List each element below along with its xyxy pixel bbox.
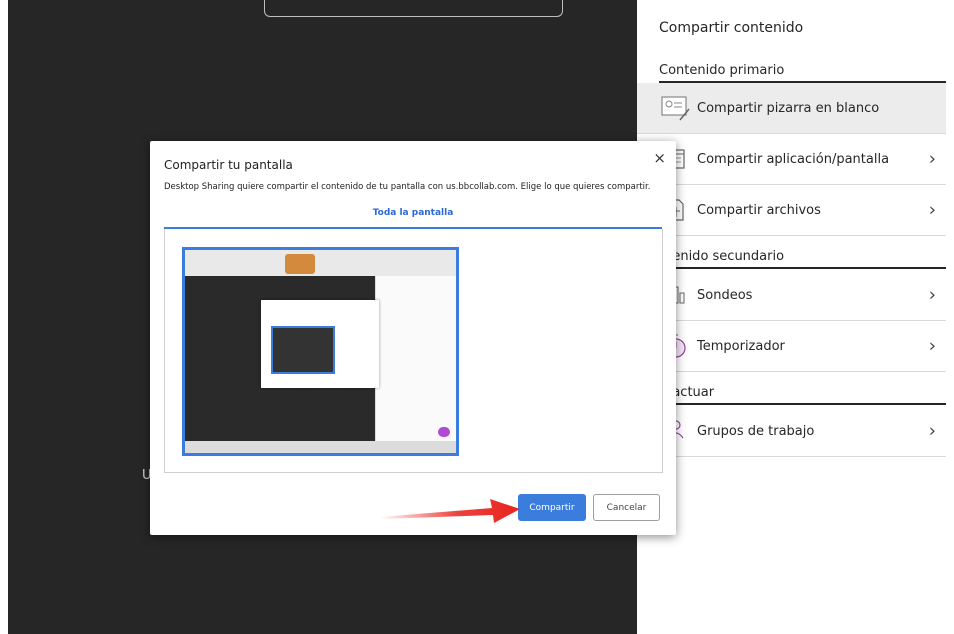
share-whiteboard-item[interactable]: Compartir pizarra en blanco <box>637 83 946 134</box>
entire-screen-thumbnail[interactable] <box>182 247 459 456</box>
thumbnail-inner-preview <box>271 326 335 374</box>
breakout-groups-label: Grupos de trabajo <box>697 423 815 439</box>
red-arrow-icon <box>380 499 520 523</box>
cancel-button[interactable]: Cancelar <box>593 494 660 521</box>
polls-label: Sondeos <box>697 287 753 303</box>
share-content-panel: Compartir contenido Contenido primario C… <box>637 0 954 634</box>
section-divider <box>659 403 946 405</box>
thumbnail-dialog <box>261 300 379 388</box>
section-divider <box>659 267 946 269</box>
chevron-right-icon: › <box>928 420 936 442</box>
thumbnail-orange-tab <box>285 254 315 274</box>
chevron-right-icon: › <box>928 335 936 357</box>
chevron-right-icon: › <box>928 284 936 306</box>
share-app-screen-label: Compartir aplicación/pantalla <box>697 151 890 167</box>
breakout-groups-item[interactable]: Grupos de trabajo › <box>637 406 946 457</box>
timer-label: Temporizador <box>697 338 785 354</box>
polls-item[interactable]: Sondeos › <box>637 270 946 321</box>
thumbnail-browser-bar <box>185 250 456 276</box>
thumbnail-pink-badge <box>438 427 450 437</box>
timer-item[interactable]: Temporizador › <box>637 321 946 372</box>
panel-title: Compartir contenido <box>659 20 804 36</box>
thumbnail-taskbar <box>185 441 456 453</box>
stage-top-frame <box>264 0 563 17</box>
dialog-description: Desktop Sharing quiere compartir el cont… <box>164 182 651 192</box>
share-files-item[interactable]: Compartir archivos › <box>637 185 946 236</box>
thumbnail-side-panel <box>375 276 456 441</box>
section-primary-heading: Contenido primario <box>659 63 785 78</box>
share-files-label: Compartir archivos <box>697 202 821 218</box>
share-whiteboard-label: Compartir pizarra en blanco <box>697 100 880 116</box>
chevron-right-icon: › <box>928 148 936 170</box>
dialog-title: Compartir tu pantalla <box>164 158 293 172</box>
chevron-right-icon: › <box>928 199 936 221</box>
share-screen-dialog: Compartir tu pantalla × Desktop Sharing … <box>150 141 676 535</box>
close-icon[interactable]: × <box>653 149 666 167</box>
whiteboard-icon <box>659 93 693 123</box>
section-secondary-heading: ntenido secundario <box>659 249 785 264</box>
screen-preview-area <box>164 229 663 473</box>
tab-entire-screen[interactable]: Toda la pantalla <box>150 208 676 218</box>
share-app-screen-item[interactable]: Compartir aplicación/pantalla › <box>637 134 946 185</box>
